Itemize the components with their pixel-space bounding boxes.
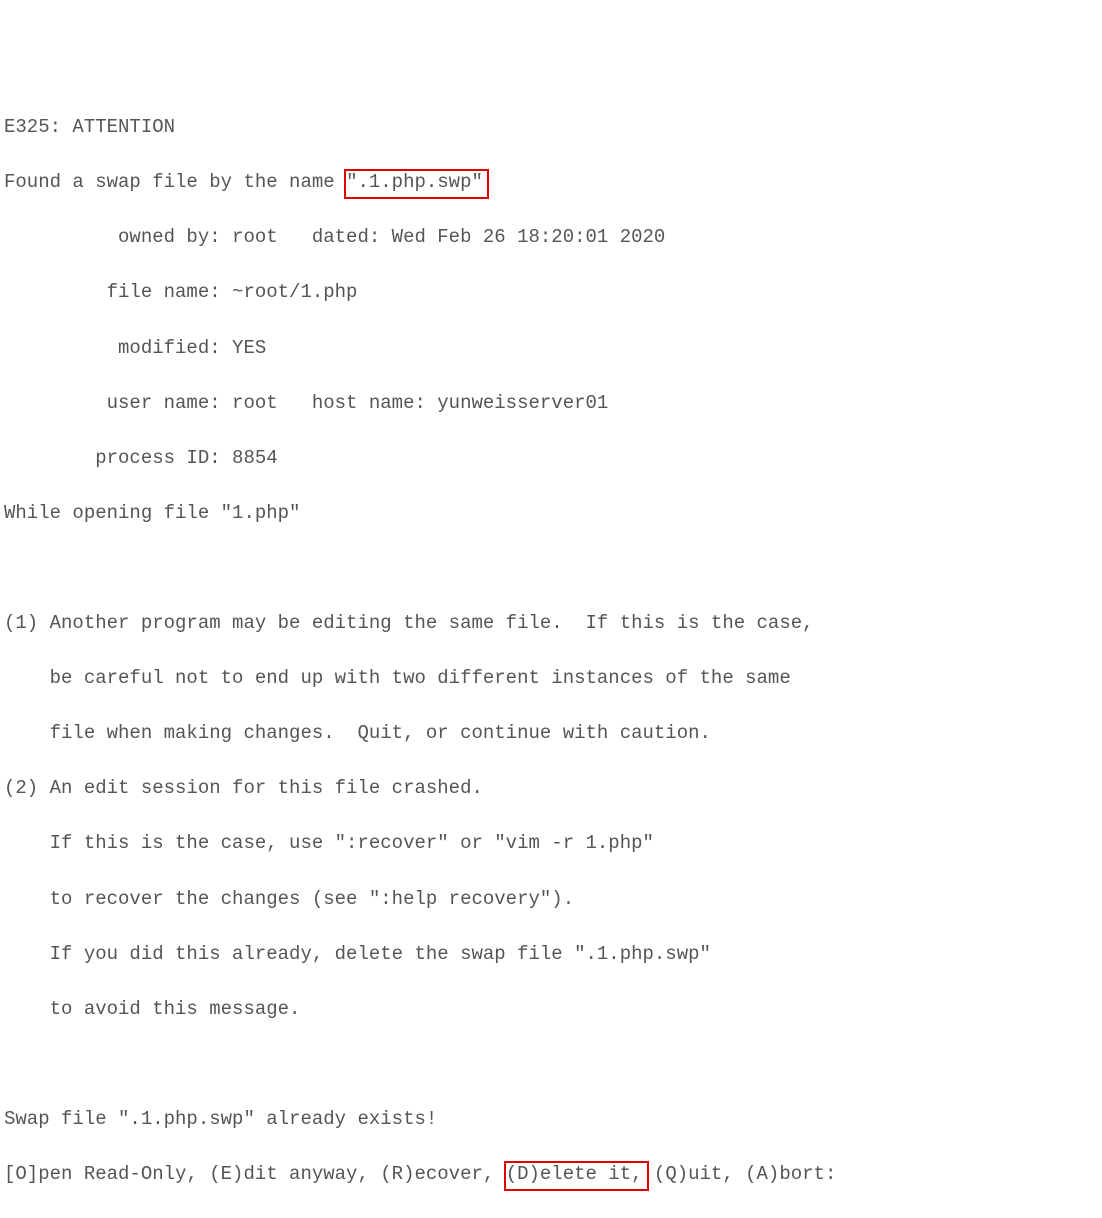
swap-exists-line: Swap file ".1.php.swp" already exists! [4, 1106, 1098, 1134]
prompt-delete-option[interactable]: (D)elete it, [506, 1163, 643, 1185]
process-id-line: process ID: 8854 [4, 445, 1098, 473]
found-swap-line: Found a swap file by the name ".1.php.sw… [4, 169, 1098, 197]
attention-header: E325: ATTENTION [4, 114, 1098, 142]
file-name-line: file name: ~root/1.php [4, 279, 1098, 307]
user-host-line: user name: root host name: yunweisserver… [4, 390, 1098, 418]
while-opening-line: While opening file "1.php" [4, 500, 1098, 528]
owned-by-line: owned by: root dated: Wed Feb 26 18:20:0… [4, 224, 1098, 252]
note-1-line-2: be careful not to end up with two differ… [4, 665, 1098, 693]
note-1-line-1: (1) Another program may be editing the s… [4, 610, 1098, 638]
note-1-line-3: file when making changes. Quit, or conti… [4, 720, 1098, 748]
prompt-prefix: [O]pen Read-Only, (E)dit anyway, (R)ecov… [4, 1163, 506, 1185]
note-2-line-1: (2) An edit session for this file crashe… [4, 775, 1098, 803]
note-2-line-2: If this is the case, use ":recover" or "… [4, 830, 1098, 858]
prompt-line[interactable]: [O]pen Read-Only, (E)dit anyway, (R)ecov… [4, 1161, 1098, 1189]
blank-line-1 [4, 555, 1098, 583]
note-2-line-3: to recover the changes (see ":help recov… [4, 886, 1098, 914]
blank-line-2 [4, 1051, 1098, 1079]
note-2-line-4: If you did this already, delete the swap… [4, 941, 1098, 969]
found-swap-prefix: Found a swap file by the name [4, 171, 346, 193]
note-2-line-5: to avoid this message. [4, 996, 1098, 1024]
modified-line: modified: YES [4, 335, 1098, 363]
swap-file-name: ".1.php.swp" [346, 171, 483, 193]
prompt-suffix: (Q)uit, (A)bort: [643, 1163, 837, 1185]
